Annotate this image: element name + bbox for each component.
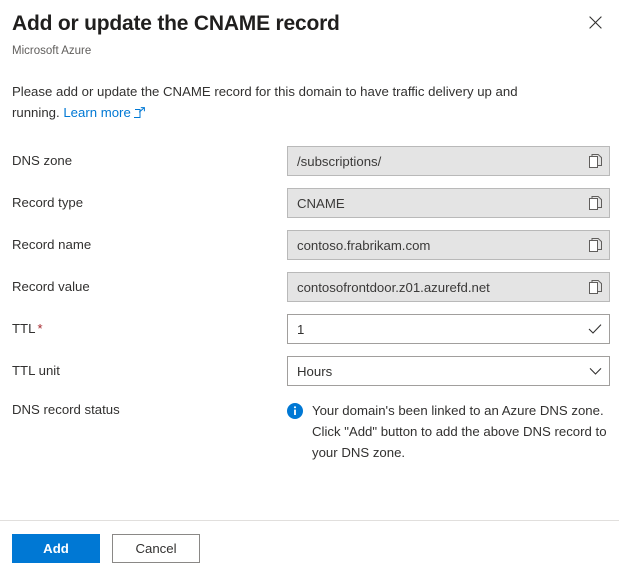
cancel-button[interactable]: Cancel — [112, 534, 200, 563]
label-record-type: Record type — [12, 195, 84, 210]
copy-icon[interactable] — [581, 147, 609, 175]
add-button[interactable]: Add — [12, 534, 100, 563]
form-row-dns-zone: DNS zone /subscriptions/ — [12, 146, 610, 176]
panel-subtitle: Microsoft Azure — [12, 45, 92, 57]
close-button[interactable] — [579, 6, 611, 38]
dns-zone-input[interactable]: /subscriptions/ — [287, 146, 610, 176]
copy-icon[interactable] — [581, 189, 609, 217]
label-dns-record-status: DNS record status — [12, 402, 120, 417]
label-ttl: TTL * — [12, 314, 287, 344]
info-icon — [287, 403, 303, 419]
ttl-input[interactable]: 1 — [287, 314, 610, 344]
dns-record-status-message: Your domain's been linked to an Azure DN… — [287, 398, 610, 463]
field-record-value: contosofrontdoor.z01.azurefd.net — [287, 272, 610, 302]
record-value-input[interactable]: contosofrontdoor.z01.azurefd.net — [287, 272, 610, 302]
description-text: Please add or update the CNAME record fo… — [12, 81, 568, 124]
copy-icon[interactable] — [581, 273, 609, 301]
form-row-record-type: Record type CNAME — [12, 188, 610, 218]
record-type-input[interactable]: CNAME — [287, 188, 610, 218]
label-ttl-text: TTL — [12, 321, 36, 336]
field-dns-zone: /subscriptions/ — [287, 146, 610, 176]
form-row-ttl-unit: TTL unit Hours — [12, 356, 610, 386]
footer-actions: Add Cancel — [0, 521, 619, 584]
field-ttl: 1 — [287, 314, 610, 344]
chevron-down-icon[interactable] — [581, 357, 609, 385]
field-ttl-unit: Hours — [287, 356, 610, 386]
form-row-dns-record-status: DNS record status Your domain's been lin… — [12, 398, 610, 463]
label-record-name: Record name — [12, 237, 92, 252]
status-text: Your domain's been linked to an Azure DN… — [312, 403, 607, 460]
learn-more-link[interactable]: Learn more — [63, 105, 130, 120]
form-row-record-name: Record name contoso.frabrikam.com — [12, 230, 610, 260]
copy-icon[interactable] — [581, 231, 609, 259]
field-record-type: CNAME — [287, 188, 610, 218]
page-title: Add or update the CNAME record — [12, 12, 340, 35]
label-record-value: Record value — [12, 279, 90, 294]
close-icon — [588, 15, 602, 29]
dns-record-form: DNS zone /subscriptions/ Record type CNA… — [0, 146, 619, 463]
label-dns-zone: DNS zone — [12, 153, 73, 168]
panel-header: Add or update the CNAME record Microsoft… — [0, 0, 619, 59]
record-name-input[interactable]: contoso.frabrikam.com — [287, 230, 610, 260]
required-asterisk: * — [37, 321, 43, 336]
external-link-icon — [131, 103, 145, 124]
form-row-ttl: TTL * 1 — [12, 314, 610, 344]
checkmark-icon — [581, 315, 609, 343]
ttl-unit-select[interactable]: Hours — [287, 356, 610, 386]
field-record-name: contoso.frabrikam.com — [287, 230, 610, 260]
form-row-record-value: Record value contosofrontdoor.z01.azuref… — [12, 272, 610, 302]
label-ttl-unit: TTL unit — [12, 363, 60, 378]
